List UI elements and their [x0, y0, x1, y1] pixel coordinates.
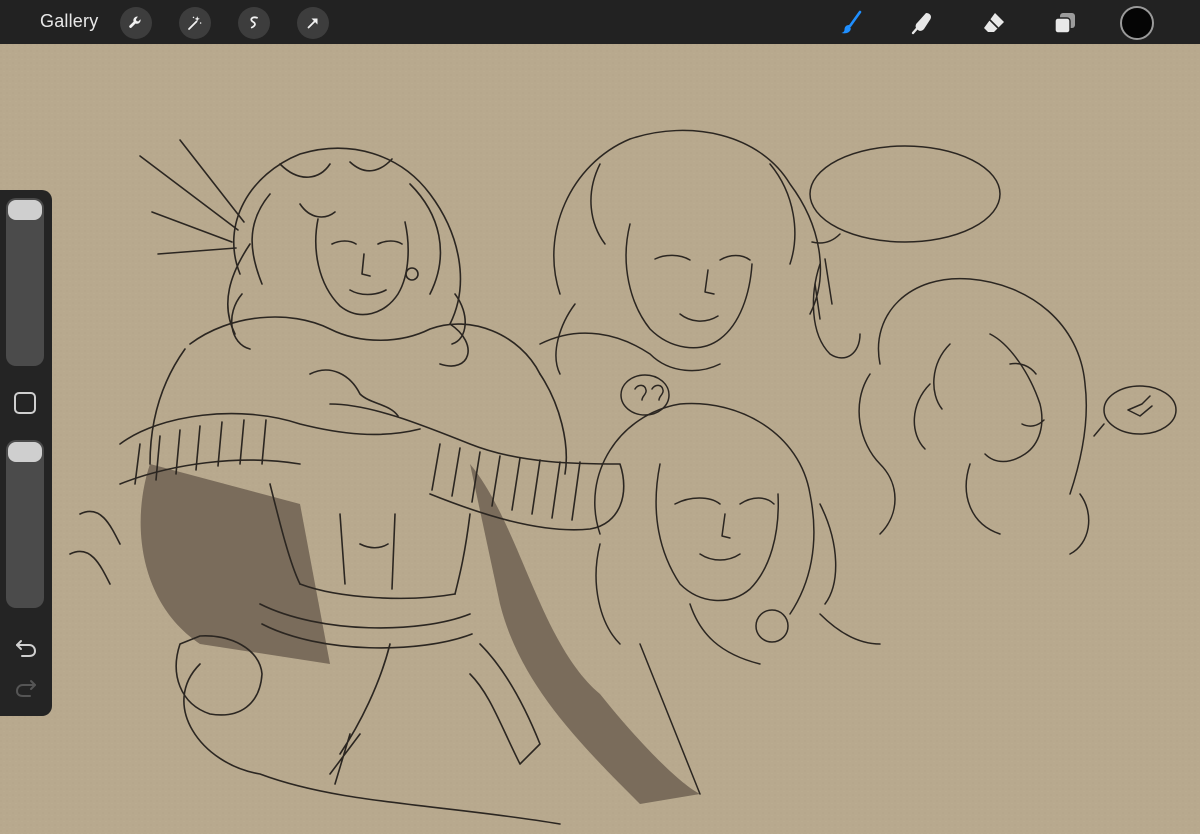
layers-icon	[1054, 13, 1075, 34]
opacity-slider[interactable]	[6, 440, 44, 608]
actions-button[interactable]	[120, 7, 152, 39]
modify-button[interactable]	[14, 392, 36, 414]
smudge-icon	[911, 13, 931, 35]
brush-size-slider[interactable]	[6, 198, 44, 366]
undo-button[interactable]	[12, 636, 40, 660]
paint-tool-button[interactable]	[836, 7, 868, 39]
transform-arrow-icon	[307, 18, 318, 29]
transform-button[interactable]	[297, 7, 329, 39]
gallery-button[interactable]: Gallery	[40, 11, 98, 32]
color-picker-button[interactable]	[1120, 6, 1154, 40]
redo-button[interactable]	[12, 676, 40, 700]
eraser-icon	[984, 13, 1004, 32]
adjustments-button[interactable]	[179, 7, 211, 39]
selection-icon	[250, 16, 258, 29]
procreate-app: Gallery	[0, 0, 1200, 834]
wrench-icon	[129, 16, 141, 28]
opacity-thumb[interactable]	[8, 442, 42, 462]
redo-icon	[15, 680, 36, 697]
smudge-tool-button[interactable]	[907, 7, 939, 39]
brush-icon	[841, 10, 862, 34]
layers-button[interactable]	[1049, 7, 1081, 39]
brush-size-thumb[interactable]	[8, 200, 42, 220]
erase-tool-button[interactable]	[978, 7, 1010, 39]
sketch-artwork	[0, 44, 1200, 834]
drawing-canvas[interactable]	[0, 44, 1200, 834]
top-toolbar: Gallery	[0, 0, 1200, 44]
magic-wand-icon	[188, 16, 202, 30]
selection-button[interactable]	[238, 7, 270, 39]
undo-icon	[16, 640, 37, 657]
left-sidebar	[0, 190, 52, 716]
